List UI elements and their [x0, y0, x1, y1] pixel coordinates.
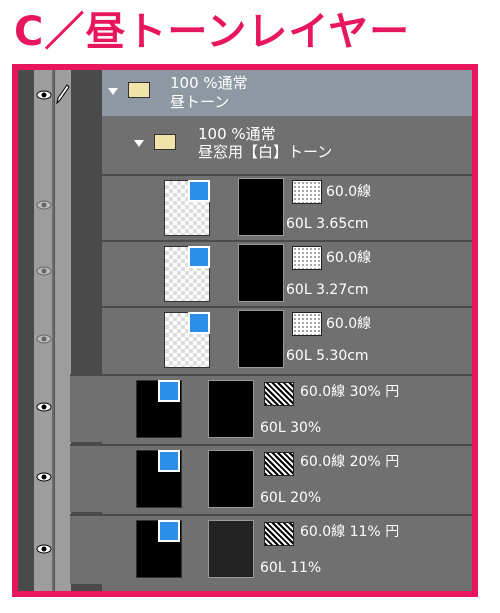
eye-icon[interactable]: [36, 334, 52, 344]
tone-pattern-icon: [292, 246, 322, 270]
layer-info: 60L 30%: [260, 420, 322, 436]
folder-icon: [128, 82, 150, 98]
eye-icon[interactable]: [36, 472, 52, 482]
tone-setting: 60.0線 11% 円: [300, 524, 400, 540]
tone-pattern-icon: [292, 180, 322, 204]
layer-row[interactable]: 60.0線 60L 3.27cm: [102, 240, 472, 304]
edit-column: [54, 70, 71, 591]
layer-mask-thumbnail: [208, 450, 254, 508]
tone-layer-icon: [188, 246, 210, 268]
tone-layer-icon: [158, 450, 180, 472]
page-title: C／昼トーンレイヤー: [14, 9, 411, 55]
layer-row[interactable]: 60.0線 30% 円 60L 30%: [70, 374, 472, 442]
tone-layer-icon: [158, 380, 180, 402]
eye-icon[interactable]: [36, 90, 52, 100]
tone-setting: 60.0線 30% 円: [300, 384, 400, 400]
layer-mask-thumbnail: [238, 178, 284, 236]
layer-info: 60L 5.30cm: [286, 348, 369, 364]
layer-row[interactable]: 60.0線 20% 円 60L 20%: [70, 444, 472, 512]
folder-mode: 100 %通常: [170, 74, 248, 92]
folder-row-main[interactable]: 100 %通常 昼トーン: [102, 70, 472, 116]
tone-pattern-icon: [292, 312, 322, 336]
visibility-column: [34, 70, 52, 591]
layer-info: 60L 11%: [260, 560, 322, 576]
layer-info: 60L 3.27cm: [286, 282, 369, 298]
tone-pattern-icon: [264, 382, 294, 406]
layer-mask-thumbnail: [208, 380, 254, 438]
layer-row[interactable]: 60.0線 60L 3.65cm: [102, 174, 472, 238]
folder-icon: [154, 134, 176, 150]
folder-name: 昼窓用【白】トーン: [198, 143, 333, 161]
tone-pattern-icon: [264, 452, 294, 476]
tone-setting: 60.0線: [326, 316, 372, 332]
tone-layer-icon: [158, 520, 180, 542]
folder-mode: 100 %通常: [198, 125, 276, 143]
eye-icon[interactable]: [36, 266, 52, 276]
eye-icon[interactable]: [36, 402, 52, 412]
eye-icon[interactable]: [36, 200, 52, 210]
tone-layer-icon: [188, 180, 210, 202]
folder-name: 昼トーン: [170, 93, 230, 111]
expand-triangle-icon[interactable]: [134, 140, 144, 147]
tone-pattern-icon: [264, 522, 294, 546]
folder-row-sub[interactable]: 100 %通常 昼窓用【白】トーン: [102, 118, 472, 172]
tone-setting: 60.0線 20% 円: [300, 454, 400, 470]
layer-row[interactable]: 60.0線 11% 円 60L 11%: [70, 514, 472, 584]
layer-mask-thumbnail: [238, 244, 284, 302]
layer-mask-thumbnail: [208, 520, 254, 578]
layer-panel: 100 %通常 昼トーン 100 %通常 昼窓用【白】トーン 60.0線 60L…: [12, 64, 478, 597]
eye-icon[interactable]: [36, 544, 52, 554]
tone-layer-icon: [188, 312, 210, 334]
layer-mask-thumbnail: [238, 310, 284, 368]
tone-setting: 60.0線: [326, 250, 372, 266]
layer-row[interactable]: 60.0線 60L 5.30cm: [102, 306, 472, 370]
expand-triangle-icon[interactable]: [108, 88, 118, 95]
tone-setting: 60.0線: [326, 184, 372, 200]
layer-info: 60L 3.65cm: [286, 216, 369, 232]
layer-info: 60L 20%: [260, 490, 322, 506]
pen-icon: [56, 84, 70, 104]
